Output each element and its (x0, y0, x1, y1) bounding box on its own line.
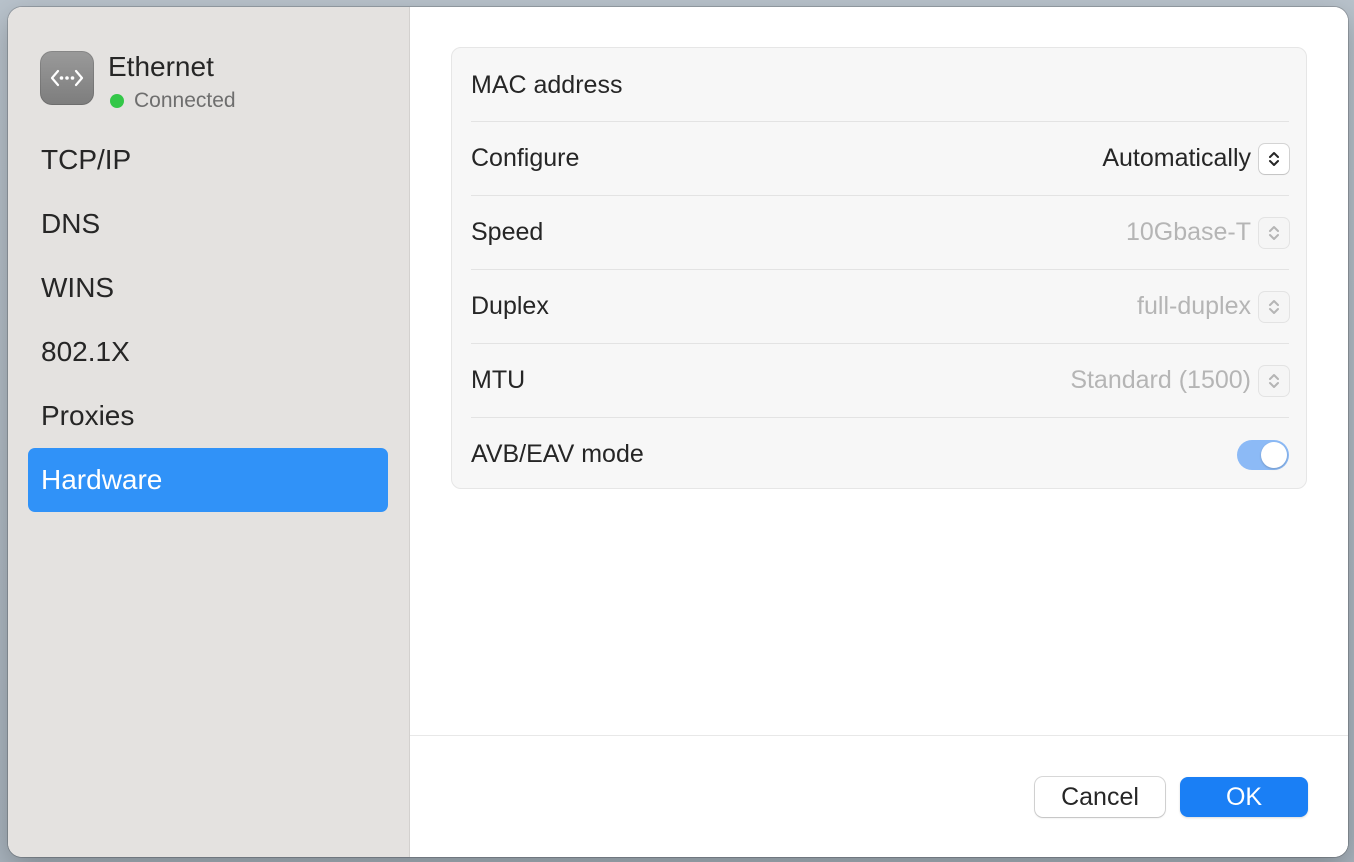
mac-address-label: MAC address (471, 70, 623, 99)
cancel-button[interactable]: Cancel (1035, 777, 1165, 817)
sidebar-item-proxies[interactable]: Proxies (28, 384, 388, 448)
configure-value: Automatically (1102, 144, 1251, 172)
sidebar-item-hardware[interactable]: Hardware (28, 448, 388, 512)
sidebar-item-label: 802.1X (41, 336, 130, 367)
speed-label: Speed (471, 218, 544, 246)
mtu-popup[interactable]: Standard (1500) (1070, 365, 1289, 396)
avb-eav-label: AVB/EAV mode (471, 440, 644, 468)
speed-value: 10Gbase-T (1125, 218, 1251, 246)
duplex-label: Duplex (471, 292, 549, 320)
interface-status: Connected (110, 89, 236, 113)
avb-eav-row: AVB/EAV mode (471, 417, 1289, 491)
chevron-up-down-icon (1259, 365, 1289, 396)
duplex-row: Duplex full-duplex (471, 269, 1289, 343)
hardware-pane: MAC address Configure Automatically Spee… (410, 7, 1348, 857)
avb-eav-toggle[interactable] (1237, 439, 1289, 470)
dialog-footer: Cancel OK (410, 735, 1348, 857)
mtu-label: MTU (471, 366, 526, 394)
ok-button[interactable]: OK (1180, 777, 1308, 817)
duplex-value: full-duplex (1137, 292, 1251, 320)
hardware-settings-group: MAC address Configure Automatically Spee… (451, 47, 1307, 489)
chevron-up-down-icon (1259, 291, 1289, 322)
interface-name: Ethernet (108, 51, 214, 82)
interface-status-text: Connected (134, 89, 236, 112)
sidebar-item-label: Hardware (41, 464, 163, 495)
ethernet-icon (40, 51, 94, 105)
sidebar-item-label: DNS (41, 208, 101, 239)
mtu-value: Standard (1500) (1070, 366, 1251, 394)
network-settings-sheet: Ethernet Connected TCP/IP DNS WINS 802.1… (8, 7, 1348, 857)
sidebar-item-tcpip[interactable]: TCP/IP (28, 128, 388, 192)
speed-popup[interactable]: 10Gbase-T (1125, 217, 1289, 248)
interface-header: Ethernet Connected (40, 51, 380, 112)
sidebar-item-wins[interactable]: WINS (28, 256, 388, 320)
mtu-row: MTU Standard (1500) (471, 343, 1289, 417)
chevron-up-down-icon (1259, 143, 1289, 174)
sidebar-item-label: Proxies (41, 400, 135, 431)
mac-address-row: MAC address (471, 48, 1289, 122)
sidebar-item-dns[interactable]: DNS (28, 192, 388, 256)
configure-label: Configure (471, 144, 580, 172)
status-dot-icon (110, 94, 124, 108)
sidebar-item-label: WINS (41, 272, 115, 303)
configure-popup[interactable]: Automatically (1102, 143, 1289, 174)
sidebar: Ethernet Connected TCP/IP DNS WINS 802.1… (8, 7, 410, 857)
sidebar-item-label: TCP/IP (41, 144, 132, 175)
configure-row: Configure Automatically (471, 121, 1289, 195)
chevron-up-down-icon (1259, 217, 1289, 248)
duplex-popup[interactable]: full-duplex (1137, 291, 1289, 322)
speed-row: Speed 10Gbase-T (471, 195, 1289, 269)
sidebar-item-8021x[interactable]: 802.1X (28, 320, 388, 384)
toggle-knob (1261, 441, 1287, 468)
